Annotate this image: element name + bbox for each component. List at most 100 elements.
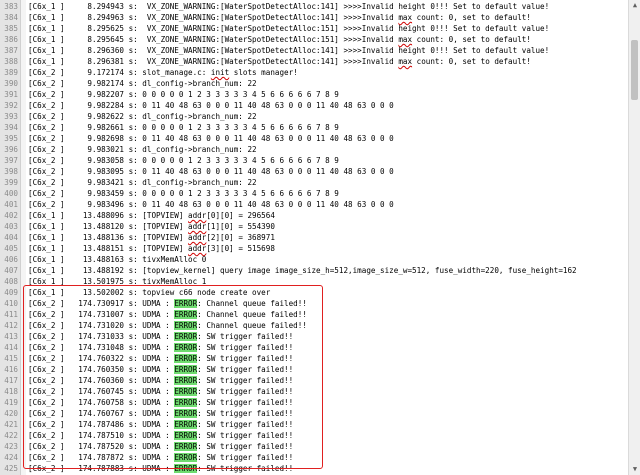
log-line[interactable]: 408 [C6x_1 ] 13.501975 s: tivxMemAlloc 1 [0, 276, 628, 287]
line-number: 407 [4, 266, 18, 275]
line-text: [C6x_2 ] 174.731007 s: UDMA : ERROR: Cha… [28, 310, 307, 319]
line-number: 402 [4, 211, 18, 220]
scroll-thumb[interactable] [631, 40, 638, 100]
line-text: [C6x_2 ] 174.731020 s: UDMA : ERROR: Cha… [28, 321, 307, 330]
log-line[interactable]: 400 [C6x_2 ] 9.983459 s: 0 0 0 0 0 1 2 3 … [0, 188, 628, 199]
log-line[interactable]: 410 [C6x_2 ] 174.730917 s: UDMA : ERROR: … [0, 298, 628, 309]
line-text: [C6x_2 ] 9.983021 s: dl_config->branch_n… [28, 145, 257, 154]
highlighted-error-word: ERROR [174, 343, 198, 352]
log-line[interactable]: 383 [C6x_1 ] 8.294943 s: VX_ZONE_WARNING:… [0, 1, 628, 12]
log-line[interactable]: 407 [C6x_1 ] 13.488192 s: [topview_kernel… [0, 265, 628, 276]
log-line[interactable]: 398 [C6x_2 ] 9.983095 s: 0 11 40 48 63 0 … [0, 166, 628, 177]
log-line[interactable]: 395 [C6x_2 ] 9.982698 s: 0 11 40 48 63 0 … [0, 133, 628, 144]
spellcheck-underlined-word: max [398, 13, 413, 22]
line-text: [C6x_2 ] 9.983095 s: 0 11 40 48 63 0 0 0… [28, 167, 394, 176]
log-line[interactable]: 419 [C6x_2 ] 174.760758 s: UDMA : ERROR: … [0, 397, 628, 408]
line-text: [C6x_1 ] 13.488120 s: [TOPVIEW] addr[1][… [28, 222, 275, 231]
line-number: 390 [4, 79, 18, 88]
log-line[interactable]: 390 [C6x_2 ] 9.982174 s: dl_config->branc… [0, 78, 628, 89]
log-line[interactable]: 425 [C6x_2 ] 174.787883 s: UDMA : ERROR: … [0, 463, 628, 474]
log-line[interactable]: 423 [C6x_2 ] 174.787520 s: UDMA : ERROR: … [0, 441, 628, 452]
line-number: 411 [4, 310, 18, 319]
line-text: [C6x_1 ] 8.295625 s: VX_ZONE_WARNING:[Wa… [28, 24, 550, 33]
log-line[interactable]: 406 [C6x_1 ] 13.488163 s: tivxMemAlloc 0 [0, 254, 628, 265]
line-text: [C6x_1 ] 8.295645 s: VX_ZONE_WARNING:[Wa… [28, 35, 531, 44]
log-line[interactable]: 424 [C6x_2 ] 174.787872 s: UDMA : ERROR: … [0, 452, 628, 463]
line-number: 394 [4, 123, 18, 132]
highlighted-error-word: ERROR [174, 431, 198, 440]
line-text: [C6x_2 ] 9.982174 s: dl_config->branch_n… [28, 79, 257, 88]
scroll-up-arrow-icon[interactable]: ▲ [629, 0, 640, 11]
highlighted-error-word: ERROR [174, 453, 198, 462]
line-text: [C6x_2 ] 9.983459 s: 0 0 0 0 0 1 2 3 3 3… [28, 189, 339, 198]
line-number: 399 [4, 178, 18, 187]
line-number: 400 [4, 189, 18, 198]
line-text: [C6x_1 ] 13.488192 s: [topview_kernel] q… [28, 266, 577, 275]
log-line[interactable]: 391 [C6x_2 ] 9.982207 s: 0 0 0 0 0 1 2 3 … [0, 89, 628, 100]
log-line[interactable]: 402 [C6x_1 ] 13.488096 s: [TOPVIEW] addr[… [0, 210, 628, 221]
line-text: [C6x_1 ] 8.294963 s: VX_ZONE_WARNING:[Wa… [28, 13, 531, 22]
line-number: 419 [4, 398, 18, 407]
log-line[interactable]: 397 [C6x_2 ] 9.983058 s: 0 0 0 0 0 1 2 3 … [0, 155, 628, 166]
log-line[interactable]: 389 [C6x_2 ] 9.172174 s: slot_manage.c: i… [0, 67, 628, 78]
line-text: [C6x_2 ] 174.760322 s: UDMA : ERROR: SW … [28, 354, 294, 363]
line-number: 412 [4, 321, 18, 330]
highlighted-error-word: ERROR [174, 310, 198, 319]
log-line[interactable]: 394 [C6x_2 ] 9.982661 s: 0 0 0 0 0 1 2 3 … [0, 122, 628, 133]
line-text: [C6x_2 ] 174.787520 s: UDMA : ERROR: SW … [28, 442, 294, 451]
line-text: [C6x_2 ] 9.982698 s: 0 11 40 48 63 0 0 0… [28, 134, 394, 143]
scroll-down-arrow-icon[interactable]: ▼ [629, 464, 640, 475]
log-line[interactable]: 422 [C6x_2 ] 174.787510 s: UDMA : ERROR: … [0, 430, 628, 441]
log-line[interactable]: 414 [C6x_2 ] 174.731048 s: UDMA : ERROR: … [0, 342, 628, 353]
log-line[interactable]: 405 [C6x_1 ] 13.488151 s: [TOPVIEW] addr[… [0, 243, 628, 254]
line-number: 387 [4, 46, 18, 55]
line-number: 403 [4, 222, 18, 231]
line-number: 424 [4, 453, 18, 462]
line-number: 416 [4, 365, 18, 374]
line-text: [C6x_2 ] 174.731033 s: UDMA : ERROR: SW … [28, 332, 294, 341]
vertical-scrollbar[interactable]: ▲ ▼ [628, 0, 640, 475]
line-number: 383 [4, 2, 18, 11]
highlighted-error-word: ERROR [174, 409, 198, 418]
line-number: 421 [4, 420, 18, 429]
log-line[interactable]: 420 [C6x_2 ] 174.760767 s: UDMA : ERROR: … [0, 408, 628, 419]
line-number: 384 [4, 13, 18, 22]
line-text: [C6x_1 ] 13.488096 s: [TOPVIEW] addr[0][… [28, 211, 275, 220]
line-text: [C6x_2 ] 9.983421 s: dl_config->branch_n… [28, 178, 257, 187]
line-text: [C6x_2 ] 174.760758 s: UDMA : ERROR: SW … [28, 398, 294, 407]
log-line[interactable]: 384 [C6x_1 ] 8.294963 s: VX_ZONE_WARNING:… [0, 12, 628, 23]
log-line[interactable]: 404 [C6x_1 ] 13.488136 s: [TOPVIEW] addr[… [0, 232, 628, 243]
line-number: 389 [4, 68, 18, 77]
log-line[interactable]: 421 [C6x_2 ] 174.787486 s: UDMA : ERROR: … [0, 419, 628, 430]
spellcheck-underlined-word: addr [188, 244, 207, 253]
log-line[interactable]: 403 [C6x_1 ] 13.488120 s: [TOPVIEW] addr[… [0, 221, 628, 232]
log-line[interactable]: 385 [C6x_1 ] 8.295625 s: VX_ZONE_WARNING:… [0, 23, 628, 34]
log-line[interactable]: 415 [C6x_2 ] 174.760322 s: UDMA : ERROR: … [0, 353, 628, 364]
log-line[interactable]: 392 [C6x_2 ] 9.982284 s: 0 11 40 48 63 0 … [0, 100, 628, 111]
log-line[interactable]: 409 [C6x_1 ] 13.502002 s: topview c66 nod… [0, 287, 628, 298]
log-line[interactable]: 418 [C6x_2 ] 174.760745 s: UDMA : ERROR: … [0, 386, 628, 397]
spellcheck-underlined-word: max [398, 35, 413, 44]
log-line[interactable]: 388 [C6x_1 ] 8.296381 s: VX_ZONE_WARNING:… [0, 56, 628, 67]
log-line[interactable]: 417 [C6x_2 ] 174.760360 s: UDMA : ERROR: … [0, 375, 628, 386]
line-text: [C6x_2 ] 174.731048 s: UDMA : ERROR: SW … [28, 343, 294, 352]
line-number: 423 [4, 442, 18, 451]
spellcheck-underlined-word: addr [188, 211, 207, 220]
log-line[interactable]: 396 [C6x_2 ] 9.983021 s: dl_config->branc… [0, 144, 628, 155]
line-text: [C6x_2 ] 9.982661 s: 0 0 0 0 0 1 2 3 3 3… [28, 123, 339, 132]
log-line[interactable]: 411 [C6x_2 ] 174.731007 s: UDMA : ERROR: … [0, 309, 628, 320]
log-line[interactable]: 387 [C6x_1 ] 8.296360 s: VX_ZONE_WARNING:… [0, 45, 628, 56]
log-line[interactable]: 401 [C6x_2 ] 9.983496 s: 0 11 40 48 63 0 … [0, 199, 628, 210]
line-text: [C6x_2 ] 9.982207 s: 0 0 0 0 0 1 2 3 3 3… [28, 90, 339, 99]
log-line[interactable]: 386 [C6x_1 ] 8.295645 s: VX_ZONE_WARNING:… [0, 34, 628, 45]
line-number: 406 [4, 255, 18, 264]
text-editor[interactable]: 383 [C6x_1 ] 8.294943 s: VX_ZONE_WARNING:… [0, 0, 628, 475]
log-line[interactable]: 413 [C6x_2 ] 174.731033 s: UDMA : ERROR: … [0, 331, 628, 342]
log-line[interactable]: 393 [C6x_2 ] 9.982622 s: dl_config->branc… [0, 111, 628, 122]
log-line[interactable]: 416 [C6x_2 ] 174.760350 s: UDMA : ERROR: … [0, 364, 628, 375]
spellcheck-underlined-word: max [398, 57, 413, 66]
highlighted-error-word: ERROR [174, 398, 198, 407]
log-line[interactable]: 399 [C6x_2 ] 9.983421 s: dl_config->branc… [0, 177, 628, 188]
log-line[interactable]: 412 [C6x_2 ] 174.731020 s: UDMA : ERROR: … [0, 320, 628, 331]
line-number: 391 [4, 90, 18, 99]
